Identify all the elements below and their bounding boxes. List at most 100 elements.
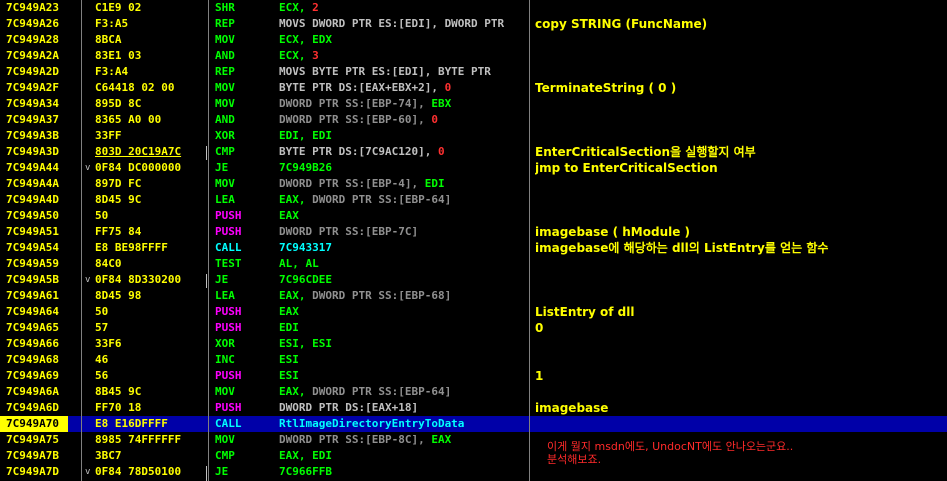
jump-line: [206, 274, 207, 288]
jump-line: [206, 146, 207, 160]
mnemonic-cell: XOR: [215, 337, 235, 350]
operand-cell: EDI, EDI: [279, 128, 528, 144]
disasm-row-selected[interactable]: 7C949A70 E8 E16DFFFF CALL RtlImageDirectory…: [0, 416, 947, 432]
operand-part: EDI: [424, 177, 445, 190]
comment-cell[interactable]: [535, 256, 947, 272]
disasm-row[interactable]: 7C949A2F C64418 02 00 MOV BYTE PTR DS:[EAX+…: [0, 80, 947, 96]
comment-cell[interactable]: 0: [535, 320, 947, 336]
comment-cell[interactable]: jmp to EnterCriticalSection: [535, 160, 947, 176]
disasm-row[interactable]: 7C949A75 8985 74FFFFFF MOV DWORD PTR SS:[EB…: [0, 432, 947, 448]
comment-cell[interactable]: [535, 64, 947, 80]
disasm-row[interactable]: 7C949A66 33F6 XOR ESI, ESI: [0, 336, 947, 352]
comment-cell[interactable]: [535, 464, 947, 480]
operand-part: DWORD PTR SS:[EBP-8C],: [279, 433, 432, 446]
mnemonic-cell: PUSH: [215, 209, 242, 222]
address-cell: 7C949A51: [6, 225, 59, 238]
comment-cell[interactable]: [535, 32, 947, 48]
disasm-row[interactable]: 7C949A7B 3BC7 CMP EAX, EDI: [0, 448, 947, 464]
address-cell: 7C949A3B: [6, 129, 59, 142]
comment-cell[interactable]: ListEntry of dll: [535, 304, 947, 320]
operand-cell: RtlImageDirectoryEntryToData: [279, 416, 528, 432]
jump-arrow-icon: v: [85, 163, 91, 173]
disasm-row[interactable]: 7C949A51 FF75 84 PUSH DWORD PTR SS:[EBP-7C]…: [0, 224, 947, 240]
comment-cell[interactable]: [535, 416, 947, 432]
operand-cell: ECX, 3: [279, 48, 528, 64]
comment-cell[interactable]: imagebase ( hModule ): [535, 224, 947, 240]
disasm-row[interactable]: 7C949A64 50 PUSH EAX ListEntry of dll: [0, 304, 947, 320]
disasm-row[interactable]: 7C949A5B v 0F84 8D330200 JE 7C96CDEE: [0, 272, 947, 288]
comment-cell[interactable]: [535, 336, 947, 352]
disasm-row[interactable]: 7C949A69 56 PUSH ESI 1: [0, 368, 947, 384]
mnemonic-cell: PUSH: [215, 305, 242, 318]
address-cell: 7C949A70: [0, 416, 68, 432]
disasm-row[interactable]: 7C949A37 8365 A0 00 AND DWORD PTR SS:[EBP-6…: [0, 112, 947, 128]
disasm-row[interactable]: 7C949A4D 8D45 9C LEA EAX, DWORD PTR SS:[EBP…: [0, 192, 947, 208]
disasm-row[interactable]: 7C949A68 46 INC ESI: [0, 352, 947, 368]
comment-cell[interactable]: [535, 208, 947, 224]
disasm-row[interactable]: 7C949A6D FF70 18 PUSH DWORD PTR DS:[EAX+18]…: [0, 400, 947, 416]
operand-cell: ESI: [279, 368, 528, 384]
disasm-row[interactable]: 7C949A3D 803D 20C19A7C CMP BYTE PTR DS:[7C9…: [0, 144, 947, 160]
disasm-row[interactable]: 7C949A65 57 PUSH EDI 0: [0, 320, 947, 336]
operand-part: AL, AL: [279, 257, 319, 270]
address-cell: 7C949A2F: [6, 81, 59, 94]
operand-part: 7C949B26: [279, 161, 332, 174]
operand-part: BYTE PTR DS:[7C9AC120],: [279, 145, 438, 158]
operand-cell: ECX, 2: [279, 0, 528, 16]
comment-cell[interactable]: [535, 272, 947, 288]
disasm-row[interactable]: 7C949A26 F3:A5 REP MOVS DWORD PTR ES:[EDI],…: [0, 16, 947, 32]
operand-part: EAX, EDI: [279, 449, 332, 462]
comment-cell[interactable]: copy STRING (FuncName): [535, 16, 947, 32]
operand-part: DWORD PTR SS:[EBP-64]: [312, 193, 452, 206]
comment-cell[interactable]: imagebase: [535, 400, 947, 416]
hex-dump-cell: 8D45 9C: [95, 193, 142, 206]
disasm-row[interactable]: 7C949A44 v 0F84 DC000000 JE 7C949B26 jmp to E…: [0, 160, 947, 176]
comment-cell[interactable]: [535, 384, 947, 400]
hex-dump-cell: 83E1 03: [95, 49, 142, 62]
operand-cell: DWORD PTR SS:[EBP-4], EDI: [279, 176, 528, 192]
mnemonic-cell: CALL: [215, 241, 242, 254]
comment-cell[interactable]: [535, 128, 947, 144]
disasm-row[interactable]: 7C949A7D v 0F84 78D50100 JE 7C966FFB: [0, 464, 947, 480]
comment-cell[interactable]: [535, 352, 947, 368]
disasm-row[interactable]: 7C949A4A 897D FC MOV DWORD PTR SS:[EBP-4], …: [0, 176, 947, 192]
comment-cell[interactable]: [535, 192, 947, 208]
address-cell: 7C949A6D: [6, 401, 59, 414]
note-line-1: 이게 뭘지 msdn에도, UndocNT에도 안나오는군요..: [547, 440, 794, 453]
operand-cell: DWORD PTR SS:[EBP-7C]: [279, 224, 528, 240]
address-cell: 7C949A23: [6, 1, 59, 14]
mnemonic-cell: MOV: [215, 433, 235, 446]
address-cell: 7C949A50: [6, 209, 59, 222]
comment-cell[interactable]: [535, 176, 947, 192]
disasm-row[interactable]: 7C949A61 8D45 98 LEA EAX, DWORD PTR SS:[EBP…: [0, 288, 947, 304]
comment-cell[interactable]: EnterCriticalSection을 실행할지 여부: [535, 144, 947, 160]
disasm-row[interactable]: 7C949A2A 83E1 03 AND ECX, 3: [0, 48, 947, 64]
disasm-row[interactable]: 7C949A3B 33FF XOR EDI, EDI: [0, 128, 947, 144]
disasm-row[interactable]: 7C949A34 895D 8C MOV DWORD PTR SS:[EBP-74],…: [0, 96, 947, 112]
mnemonic-cell: JE: [215, 273, 229, 286]
comment-cell[interactable]: imagebase에 해당하는 dll의 ListEntry를 얻는 함수: [535, 240, 947, 256]
comment-cell[interactable]: [535, 48, 947, 64]
disasm-row[interactable]: 7C949A28 8BCA MOV ECX, EDX: [0, 32, 947, 48]
comment-cell[interactable]: [535, 112, 947, 128]
disasm-row[interactable]: 7C949A6A 8B45 9C MOV EAX, DWORD PTR SS:[EBP…: [0, 384, 947, 400]
address-cell: 7C949A2A: [6, 49, 59, 62]
comment-cell[interactable]: [535, 288, 947, 304]
comment-cell[interactable]: [535, 96, 947, 112]
mnemonic-cell: AND: [215, 49, 235, 62]
comment-cell[interactable]: 1: [535, 368, 947, 384]
hex-dump-cell: E8 BE98FFFF: [95, 241, 168, 254]
disasm-row[interactable]: 7C949A23 C1E9 02 SHR ECX, 2: [0, 0, 947, 16]
disasm-row[interactable]: 7C949A54 E8 BE98FFFF CALL 7C943317 imagebase…: [0, 240, 947, 256]
disassembly-view[interactable]: 7C949A23 C1E9 02 SHR ECX, 2 7C949A26 F3:A5 REP…: [0, 0, 947, 481]
operand-part: 2: [312, 1, 319, 14]
comment-cell[interactable]: [535, 0, 947, 16]
address-cell: 7C949A37: [6, 113, 59, 126]
disasm-row[interactable]: 7C949A2D F3:A4 REP MOVS BYTE PTR ES:[EDI], …: [0, 64, 947, 80]
hex-dump-cell: C64418 02 00: [95, 81, 175, 94]
comment-cell[interactable]: TerminateString ( 0 ): [535, 80, 947, 96]
operand-cell: AL, AL: [279, 256, 528, 272]
hex-dump-cell: 84C0: [95, 257, 122, 270]
disasm-row[interactable]: 7C949A59 84C0 TEST AL, AL: [0, 256, 947, 272]
disasm-row[interactable]: 7C949A50 50 PUSH EAX: [0, 208, 947, 224]
